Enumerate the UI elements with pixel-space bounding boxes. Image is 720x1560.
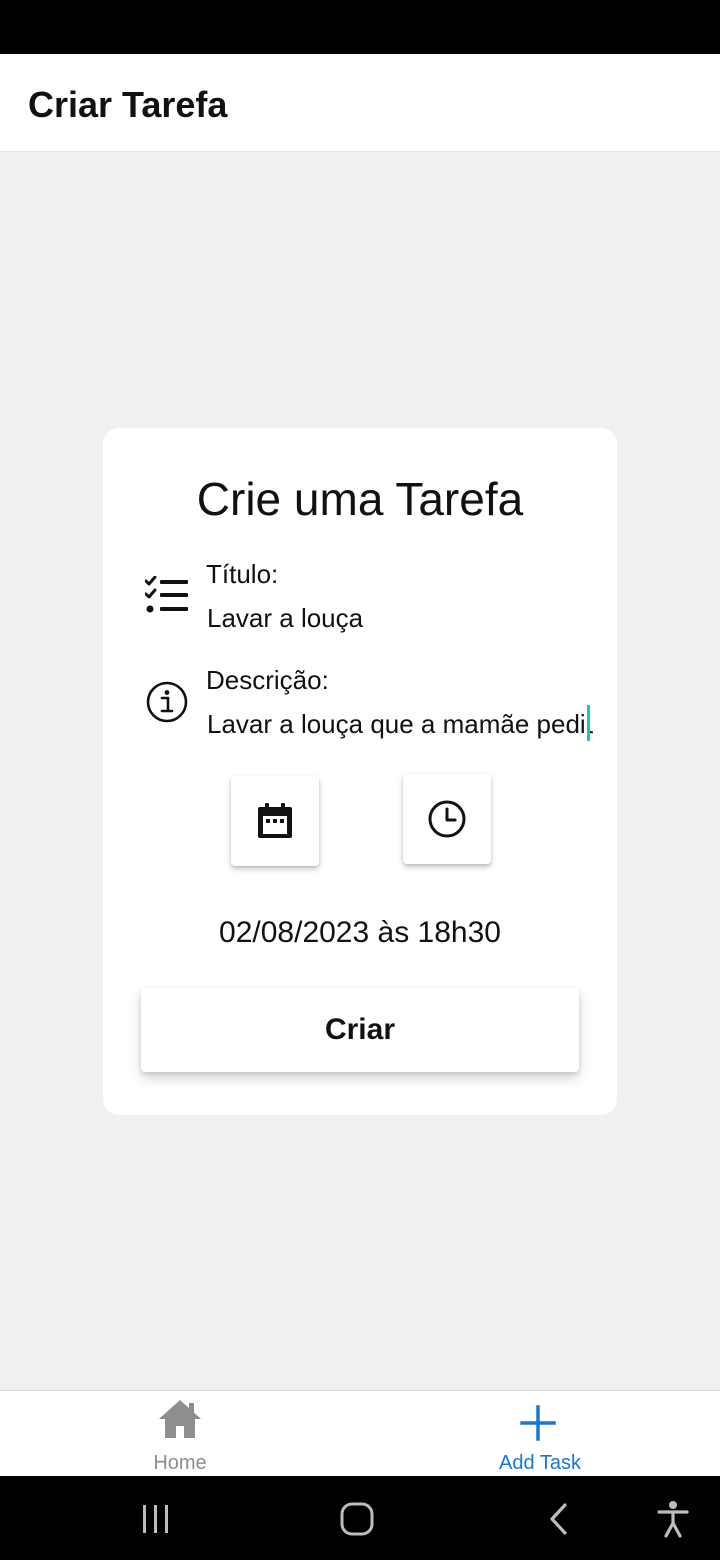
back-icon[interactable] [547, 1502, 571, 1536]
calendar-icon [258, 803, 292, 838]
home-icon [159, 1400, 201, 1438]
create-task-button[interactable]: Criar [141, 988, 579, 1072]
tab-home[interactable]: Home [0, 1391, 360, 1477]
description-label: Descrição: [206, 665, 329, 695]
app-header: Criar Tarefa [0, 54, 720, 152]
selected-datetime: 02/08/2023 às 18h30 [219, 916, 501, 949]
time-picker-button[interactable] [403, 774, 491, 864]
home-circle-icon[interactable] [340, 1502, 374, 1536]
clock-icon [428, 800, 466, 838]
recent-apps-icon[interactable] [140, 1503, 172, 1535]
page-title: Criar Tarefa [28, 84, 228, 125]
system-nav-bar [0, 1476, 720, 1560]
accessibility-icon[interactable] [657, 1500, 689, 1538]
tab-add-task-label: Add Task [499, 1452, 581, 1474]
create-button-label: Criar [324, 1013, 396, 1046]
create-task-card: Crie uma Tarefa Título: Lavar a louça De… [103, 428, 617, 1115]
plus-icon [520, 1405, 556, 1441]
status-bar [0, 0, 720, 54]
tab-add-task[interactable]: Add Task [360, 1391, 720, 1477]
form-title: Crie uma Tarefa [196, 473, 524, 525]
title-label: Título: [206, 559, 279, 589]
date-picker-button[interactable] [231, 776, 319, 866]
title-input[interactable]: Lavar a louça [207, 602, 593, 634]
tab-home-label: Home [153, 1452, 207, 1474]
description-input[interactable]: Lavar a louça que a mamãe pediu [207, 708, 593, 740]
text-caret [587, 705, 590, 741]
info-icon [145, 680, 189, 724]
bottom-tab-bar: Home Add Task [0, 1390, 720, 1476]
checklist-icon [144, 575, 189, 620]
